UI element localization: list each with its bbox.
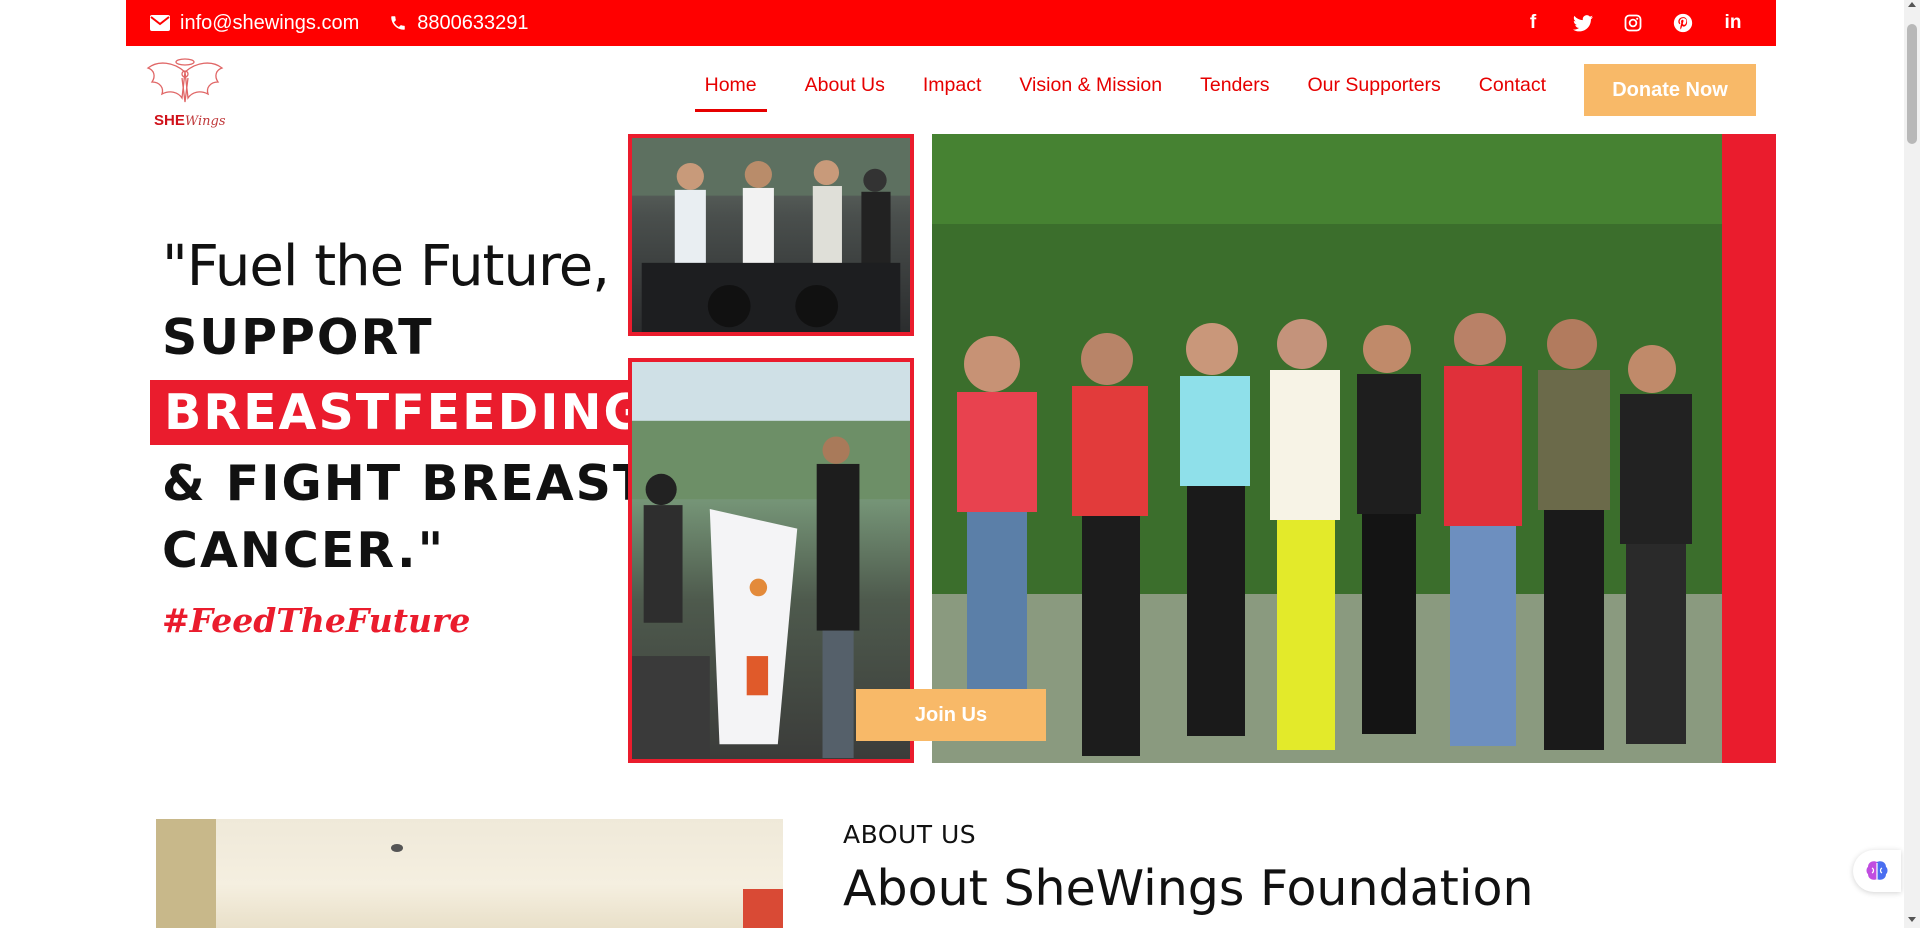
hero-hashtag: #FeedTheFuture [162, 601, 471, 640]
scroll-up-arrow-icon[interactable] [1908, 2, 1916, 7]
email-link[interactable]: info@shewings.com [150, 12, 359, 35]
about-image [156, 819, 783, 928]
about-title: About SheWings Foundation [843, 860, 1534, 917]
phone-link[interactable]: 8800633291 [389, 11, 529, 35]
hero-slogan: "Fuel the Future, SUPPORT BREASTFEEDING … [150, 234, 660, 640]
linkedin-icon[interactable]: in [1722, 12, 1744, 34]
assistant-brain-icon[interactable] [1853, 850, 1901, 892]
about-kicker: ABOUT US [843, 820, 977, 849]
about-image-fixture [391, 844, 403, 852]
shewings-logo[interactable]: SHEWings [144, 54, 226, 130]
top-contact-bar: info@shewings.com 8800633291 f in [126, 0, 1776, 46]
donate-now-button[interactable]: Donate Now [1584, 64, 1756, 116]
site-header: SHEWings Home About Us Impact Vision & M… [126, 46, 1776, 134]
hero-banner: "Fuel the Future, SUPPORT BREASTFEEDING … [126, 134, 1776, 763]
envelope-icon [150, 15, 170, 31]
hero-line-3: BREASTFEEDING [150, 380, 660, 445]
page-scrollbar[interactable] [1904, 0, 1920, 928]
phone-text: 8800633291 [417, 11, 529, 34]
pinterest-icon[interactable] [1672, 13, 1694, 33]
join-us-button[interactable]: Join Us [856, 689, 1046, 741]
about-image-sign [743, 889, 783, 928]
hero-red-strip [1722, 134, 1776, 763]
nav-tenders[interactable]: Tenders [1200, 68, 1269, 113]
group-photo [932, 134, 1722, 763]
hero-line-2: SUPPORT [162, 309, 434, 366]
social-links: f in [1522, 12, 1752, 34]
nav-impact[interactable]: Impact [923, 68, 982, 113]
main-nav: Home About Us Impact Vision & Mission Te… [694, 64, 1756, 116]
hero-line-1: "Fuel the Future, [162, 234, 610, 299]
phone-icon [389, 14, 407, 32]
about-image-wall [156, 819, 216, 928]
facebook-icon[interactable]: f [1522, 12, 1544, 34]
nav-about-us[interactable]: About Us [805, 68, 885, 113]
hero-line-4: & FIGHT BREAST [162, 455, 649, 512]
logo-brand-script: Wings [184, 114, 226, 129]
rally-photo-top [628, 134, 914, 336]
email-text: info@shewings.com [180, 11, 360, 34]
nav-contact[interactable]: Contact [1479, 68, 1546, 113]
page: info@shewings.com 8800633291 f in SHEWin… [0, 0, 1920, 928]
nav-home[interactable]: Home [694, 68, 767, 113]
instagram-icon[interactable] [1622, 14, 1644, 32]
angel-wings-icon [146, 58, 224, 103]
scroll-down-arrow-icon[interactable] [1908, 917, 1916, 922]
twitter-icon[interactable] [1572, 14, 1594, 32]
logo-wordmark: SHEWings [154, 112, 226, 129]
scroll-thumb[interactable] [1907, 24, 1917, 144]
hero-line-5: CANCER." [162, 522, 446, 579]
nav-vision-mission[interactable]: Vision & Mission [1019, 68, 1162, 113]
logo-brand-bold: SHE [154, 112, 185, 129]
nav-our-supporters[interactable]: Our Supporters [1307, 68, 1440, 113]
photo-divider [914, 134, 932, 763]
